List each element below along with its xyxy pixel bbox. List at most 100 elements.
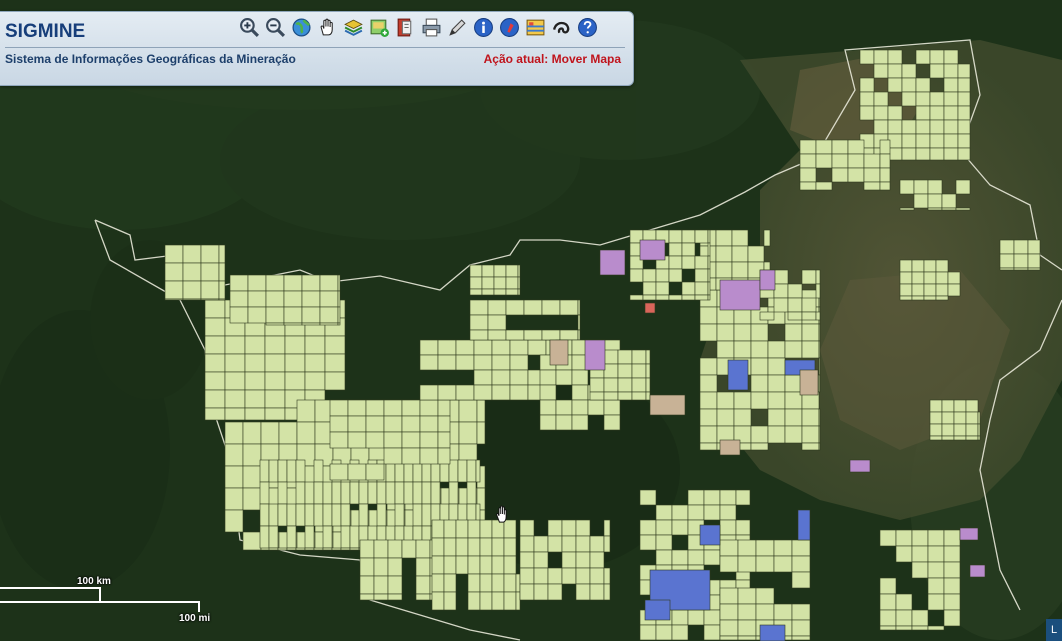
mining-claim[interactable] xyxy=(401,399,421,417)
mining-claim[interactable] xyxy=(575,583,591,601)
mining-claim[interactable] xyxy=(589,583,605,601)
mining-claim[interactable] xyxy=(519,535,535,553)
mining-claim[interactable] xyxy=(376,503,387,527)
mining-claim[interactable] xyxy=(358,481,369,505)
mining-claim[interactable] xyxy=(671,519,689,536)
mining-claim[interactable] xyxy=(229,290,249,308)
mining-claim[interactable] xyxy=(767,408,786,427)
mining-claim[interactable] xyxy=(716,323,735,342)
mining-claim[interactable] xyxy=(965,411,979,425)
mining-claim[interactable] xyxy=(847,139,865,155)
mining-claim[interactable] xyxy=(750,357,769,376)
mining-claim[interactable] xyxy=(340,547,351,551)
mining-claim[interactable] xyxy=(642,281,657,296)
mining-claim[interactable] xyxy=(577,329,581,341)
mining-claim[interactable] xyxy=(681,294,696,301)
mining-claim[interactable] xyxy=(373,575,389,595)
mining-claim[interactable] xyxy=(947,283,961,297)
mining-claim[interactable] xyxy=(340,525,351,549)
mining-claim[interactable] xyxy=(589,551,605,569)
mining-claim[interactable] xyxy=(359,539,375,559)
mining-claim[interactable] xyxy=(204,407,226,421)
mining-claim[interactable] xyxy=(737,555,757,573)
mining-claim[interactable] xyxy=(645,377,651,393)
mining-claim[interactable] xyxy=(901,63,917,79)
mining-claim[interactable] xyxy=(337,306,341,324)
mining-claim[interactable] xyxy=(645,349,651,365)
mining-claim[interactable] xyxy=(278,421,298,445)
mining-claim[interactable] xyxy=(479,519,493,539)
mining-claim[interactable] xyxy=(301,290,321,308)
mining-claim[interactable] xyxy=(491,339,511,356)
mining-claim[interactable] xyxy=(873,105,889,121)
mining-claim[interactable] xyxy=(694,294,709,301)
mining-claim[interactable] xyxy=(801,408,820,427)
mining-claim[interactable] xyxy=(466,481,477,505)
mining-claim[interactable] xyxy=(733,391,752,410)
mining-claim[interactable] xyxy=(929,435,943,441)
mining-claim[interactable] xyxy=(603,583,611,601)
zoom-out-icon[interactable] xyxy=(264,16,287,39)
mining-claim[interactable] xyxy=(331,547,342,551)
mining-claim[interactable] xyxy=(801,297,817,313)
mining-claim[interactable] xyxy=(767,391,786,410)
mining-claim[interactable] xyxy=(547,535,563,553)
mining-claim[interactable] xyxy=(935,259,949,273)
mining-claim[interactable] xyxy=(577,299,581,316)
mining-claim-highlighted[interactable] xyxy=(849,459,871,473)
mining-claim[interactable] xyxy=(517,276,521,290)
mining-claim[interactable] xyxy=(791,635,811,641)
mining-claim[interactable] xyxy=(735,519,751,536)
mining-claim[interactable] xyxy=(913,193,929,209)
mining-claim[interactable] xyxy=(419,384,439,401)
mining-claim[interactable] xyxy=(642,268,657,283)
mining-claim[interactable] xyxy=(575,567,591,585)
mining-claim[interactable] xyxy=(487,314,507,331)
mining-claim[interactable] xyxy=(412,503,423,527)
mining-claim[interactable] xyxy=(911,283,925,297)
mining-claim[interactable] xyxy=(242,421,262,445)
mining-claim[interactable] xyxy=(509,369,529,386)
mining-claim[interactable] xyxy=(224,389,246,409)
mining-claim[interactable] xyxy=(801,442,820,451)
mining-claim[interactable] xyxy=(547,583,563,601)
mining-claim[interactable] xyxy=(265,290,285,308)
mining-claim[interactable] xyxy=(694,229,709,244)
mining-claim[interactable] xyxy=(818,408,821,427)
mining-claim[interactable] xyxy=(419,339,439,356)
mining-claim[interactable] xyxy=(491,573,505,593)
mining-claim[interactable] xyxy=(671,549,689,566)
mining-claim[interactable] xyxy=(242,531,262,551)
info-icon[interactable] xyxy=(472,16,495,39)
mining-claim[interactable] xyxy=(818,374,821,393)
mining-claim[interactable] xyxy=(719,504,737,521)
mining-claim[interactable] xyxy=(260,421,280,445)
zoom-in-icon[interactable] xyxy=(238,16,261,39)
mining-claim[interactable] xyxy=(887,77,903,93)
mining-claim[interactable] xyxy=(927,529,945,547)
mining-claim[interactable] xyxy=(455,519,469,539)
mining-claim[interactable] xyxy=(699,323,718,342)
mining-claim[interactable] xyxy=(703,549,721,566)
mining-claim[interactable] xyxy=(929,91,945,107)
add-layer-icon[interactable] xyxy=(368,16,391,39)
mining-claim[interactable] xyxy=(455,537,469,557)
mining-claim[interactable] xyxy=(759,311,775,321)
mining-claim[interactable] xyxy=(561,519,577,537)
mining-claim[interactable] xyxy=(943,133,959,149)
mining-claim[interactable] xyxy=(301,322,321,326)
mining-claim[interactable] xyxy=(265,274,285,292)
mining-claim[interactable] xyxy=(737,603,757,621)
mining-claim[interactable] xyxy=(394,481,405,505)
mining-claim[interactable] xyxy=(719,603,739,621)
mining-claim[interactable] xyxy=(603,567,611,585)
mining-claim[interactable] xyxy=(491,537,505,557)
mining-claim[interactable] xyxy=(899,295,913,301)
mining-claim[interactable] xyxy=(359,557,375,577)
mining-claim[interactable] xyxy=(182,244,202,264)
mining-claim[interactable] xyxy=(631,349,647,365)
mining-claim[interactable] xyxy=(787,283,803,299)
mining-claim[interactable] xyxy=(559,299,579,316)
mining-claim[interactable] xyxy=(895,529,913,547)
mining-claim[interactable] xyxy=(927,625,945,631)
